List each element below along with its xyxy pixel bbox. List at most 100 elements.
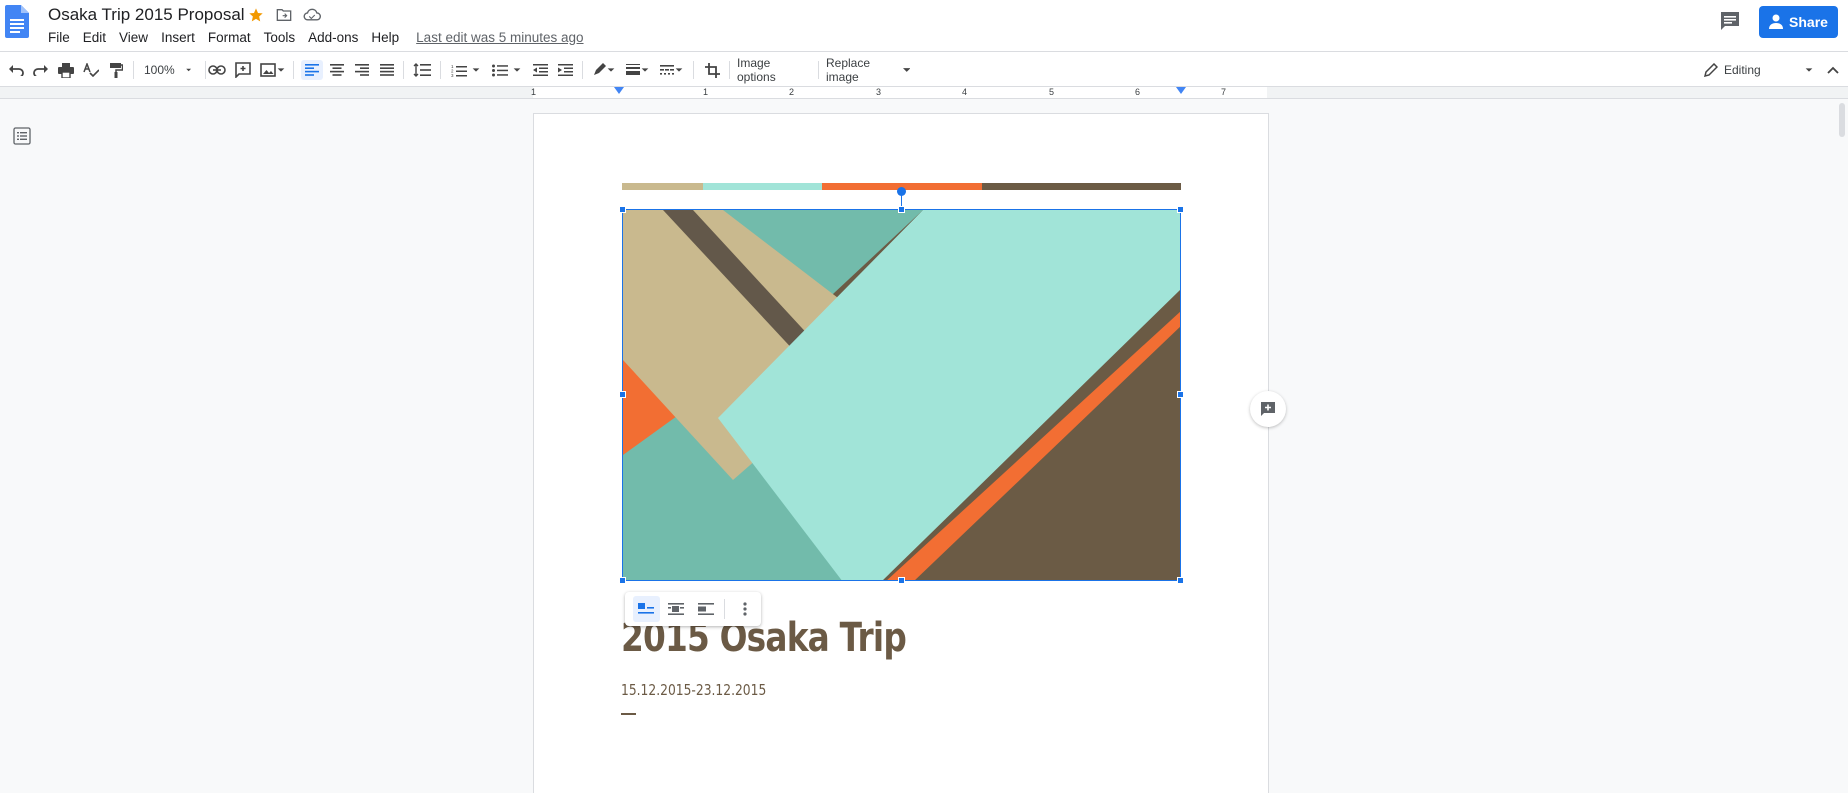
wrap-text-icon[interactable] (663, 596, 690, 622)
color-strip-brown (982, 183, 1181, 190)
share-label: Share (1789, 14, 1828, 30)
ruler-number: 6 (1135, 87, 1141, 97)
image-options-button[interactable]: Image options (737, 56, 811, 84)
toolbar-divider (440, 61, 441, 79)
insert-link-icon[interactable] (207, 60, 227, 80)
toolbar-divider (403, 61, 404, 79)
replace-image-label: Replace image (826, 56, 871, 84)
menu-tools[interactable]: Tools (264, 30, 296, 45)
menu-addons[interactable]: Add-ons (308, 30, 358, 45)
ruler-number: 1 (531, 87, 537, 97)
editing-mode-select[interactable]: Editing (1704, 60, 1814, 80)
border-dash-icon[interactable] (658, 60, 686, 80)
rotate-handle[interactable] (897, 187, 906, 196)
break-text-icon[interactable] (693, 596, 720, 622)
toolbar-divider (582, 61, 583, 79)
left-indent-marker[interactable] (614, 87, 624, 94)
resize-handle-nw[interactable] (619, 206, 626, 213)
menu-format[interactable]: Format (208, 30, 251, 45)
justify-icon[interactable] (376, 60, 398, 80)
add-comment-icon (1261, 402, 1275, 416)
undo-icon[interactable] (6, 60, 26, 80)
resize-handle-ne[interactable] (1177, 206, 1184, 213)
toolbar-divider (293, 61, 294, 79)
menu-edit[interactable]: Edit (83, 30, 106, 45)
document-dates[interactable]: 15.12.2015-23.12.2015 (621, 680, 766, 700)
move-folder-icon[interactable] (274, 5, 294, 25)
chevron-down-icon (641, 68, 649, 72)
decrease-indent-icon[interactable] (530, 60, 550, 80)
resize-handle-s[interactable] (898, 577, 905, 584)
collapse-menus-icon[interactable] (1824, 60, 1842, 80)
inline-wrap-icon[interactable] (633, 596, 660, 622)
toolbar-divider (729, 61, 730, 79)
zoom-select[interactable]: 100% (144, 60, 192, 80)
crop-icon[interactable] (701, 60, 723, 80)
resize-handle-e[interactable] (1177, 391, 1184, 398)
star-icon[interactable] (246, 5, 266, 25)
selected-image[interactable] (622, 209, 1181, 581)
redo-icon[interactable] (31, 60, 51, 80)
align-right-icon[interactable] (351, 60, 373, 80)
bulleted-list-icon[interactable] (490, 60, 524, 80)
line-spacing-icon[interactable] (410, 60, 434, 80)
menu-file[interactable]: File (48, 30, 70, 45)
ruler-number: 5 (1049, 87, 1055, 97)
svg-text:3: 3 (451, 73, 454, 77)
insert-image-icon[interactable] (258, 60, 288, 80)
document-title[interactable]: Osaka Trip 2015 Proposal (48, 4, 245, 26)
print-icon[interactable] (56, 60, 76, 80)
comment-history-icon[interactable] (1719, 11, 1741, 31)
right-indent-marker[interactable] (1176, 87, 1186, 94)
color-strip-tan (622, 183, 703, 190)
docs-logo-icon[interactable] (5, 5, 29, 38)
toolbar-divider (693, 61, 694, 79)
chevron-down-icon (675, 68, 683, 72)
resize-handle-se[interactable] (1177, 577, 1184, 584)
more-options-icon[interactable] (731, 596, 758, 622)
ruler-page-area (533, 87, 1267, 98)
chevron-down-icon (472, 68, 480, 72)
toolbar: 100% 123 Image options Replace image Edi… (0, 51, 1848, 87)
menu-bar: File Edit View Insert Format Tools Add-o… (48, 27, 597, 47)
toolbar-divider (818, 61, 819, 79)
zoom-value: 100% (144, 63, 175, 77)
border-weight-icon[interactable] (624, 60, 652, 80)
caret-down-icon (902, 68, 910, 72)
header: Osaka Trip 2015 Proposal File Edit View … (0, 0, 1848, 51)
align-left-icon[interactable] (301, 60, 323, 80)
border-color-icon[interactable] (590, 60, 618, 80)
heading-divider (621, 713, 636, 715)
resize-handle-sw[interactable] (619, 577, 626, 584)
resize-handle-n[interactable] (898, 206, 905, 213)
paint-format-icon[interactable] (106, 60, 126, 80)
resize-handle-w[interactable] (619, 391, 626, 398)
align-center-icon[interactable] (326, 60, 348, 80)
toolbar-divider (133, 61, 134, 79)
share-button[interactable]: Share (1759, 6, 1838, 38)
spellcheck-icon[interactable] (81, 60, 101, 80)
ruler-number: 3 (876, 87, 882, 97)
last-edit-link[interactable]: Last edit was 5 minutes ago (416, 30, 583, 45)
replace-image-button[interactable]: Replace image (826, 56, 910, 84)
share-person-icon (1769, 14, 1784, 29)
add-comment-toolbar-icon[interactable] (233, 60, 253, 80)
geometric-material-image (623, 210, 1180, 580)
editing-mode-label: Editing (1724, 63, 1761, 77)
increase-indent-icon[interactable] (555, 60, 575, 80)
menu-help[interactable]: Help (371, 30, 399, 45)
horizontal-ruler[interactable]: 1 1 2 3 4 5 6 7 (0, 87, 1848, 99)
inline-toolbar-divider (724, 599, 726, 619)
ruler-number: 7 (1221, 87, 1227, 97)
chevron-down-icon (513, 68, 521, 72)
menu-insert[interactable]: Insert (161, 30, 195, 45)
chevron-down-icon (607, 68, 615, 72)
add-comment-button[interactable] (1250, 391, 1286, 427)
document-outline-icon[interactable] (13, 127, 31, 145)
image-inline-toolbar (625, 592, 761, 626)
menu-view[interactable]: View (119, 30, 148, 45)
numbered-list-icon[interactable]: 123 (449, 60, 483, 80)
cloud-status-icon[interactable] (302, 5, 322, 25)
chevron-down-icon (1805, 68, 1813, 72)
scrollbar-thumb[interactable] (1839, 103, 1845, 137)
